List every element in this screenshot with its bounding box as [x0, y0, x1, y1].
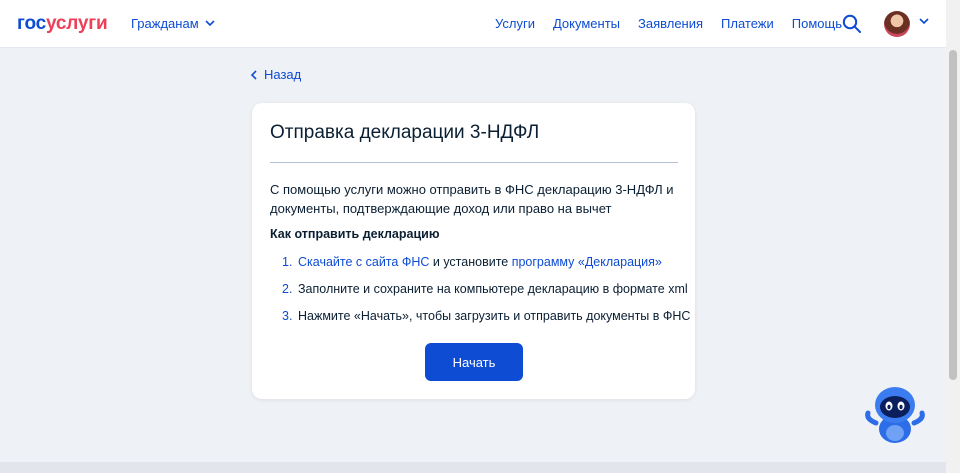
step-number: 2.	[282, 282, 293, 296]
steps-list: 1. Скачайте с сайта ФНС и установите про…	[282, 253, 690, 334]
footer-strip	[0, 462, 946, 473]
page-title: Отправка декларации 3-НДФЛ	[270, 122, 540, 143]
step-text: и установите	[429, 255, 512, 269]
main-nav: Услуги Документы Заявления Платежи Помощ…	[495, 16, 842, 31]
top-header: госуслуги Гражданам Услуги Документы Зая…	[0, 0, 946, 48]
chevron-left-icon	[250, 69, 257, 80]
nav-applications[interactable]: Заявления	[638, 16, 703, 31]
gosuslugi-logo[interactable]: госуслуги	[17, 13, 108, 35]
list-item: 1. Скачайте с сайта ФНС и установите про…	[282, 253, 690, 280]
logo-part-uslugi: услуги	[46, 13, 108, 34]
role-label: Гражданам	[131, 16, 199, 31]
declaration-program-link[interactable]: программу «Декларация»	[512, 255, 662, 269]
step-number: 1.	[282, 255, 293, 269]
nav-uslugi[interactable]: Услуги	[495, 16, 535, 31]
step-text: Заполните и сохраните на компьютере декл…	[298, 282, 688, 296]
search-icon[interactable]	[842, 14, 862, 34]
nav-documents[interactable]: Документы	[553, 16, 620, 31]
chevron-down-icon	[205, 20, 215, 27]
list-item: 3. Нажмите «Начать», чтобы загрузить и о…	[282, 307, 690, 334]
robot-assistant-icon[interactable]	[862, 383, 928, 447]
service-description: С помощью услуги можно отправить в ФНС д…	[270, 182, 674, 216]
service-card: Отправка декларации 3-НДФЛ С помощью усл…	[252, 103, 695, 399]
chevron-down-icon[interactable]	[919, 18, 929, 25]
page-scrollbar[interactable]	[946, 0, 960, 473]
nav-payments[interactable]: Платежи	[721, 16, 774, 31]
step-number: 3.	[282, 309, 293, 323]
back-link[interactable]: Назад	[250, 67, 301, 82]
list-item: 2. Заполните и сохраните на компьютере д…	[282, 280, 690, 307]
scrollbar-thumb[interactable]	[949, 50, 957, 380]
title-divider	[270, 162, 678, 163]
fns-download-link[interactable]: Скачайте с сайта ФНС	[298, 255, 429, 269]
nav-help[interactable]: Помощь	[792, 16, 842, 31]
start-button[interactable]: Начать	[425, 343, 523, 381]
user-avatar[interactable]	[884, 11, 910, 37]
step-text: Нажмите «Начать», чтобы загрузить и отпр…	[298, 309, 691, 323]
back-label: Назад	[264, 67, 302, 82]
how-to-heading: Как отправить декларацию	[270, 227, 440, 241]
role-selector[interactable]: Гражданам	[131, 16, 215, 31]
logo-part-gos: гос	[17, 13, 46, 34]
